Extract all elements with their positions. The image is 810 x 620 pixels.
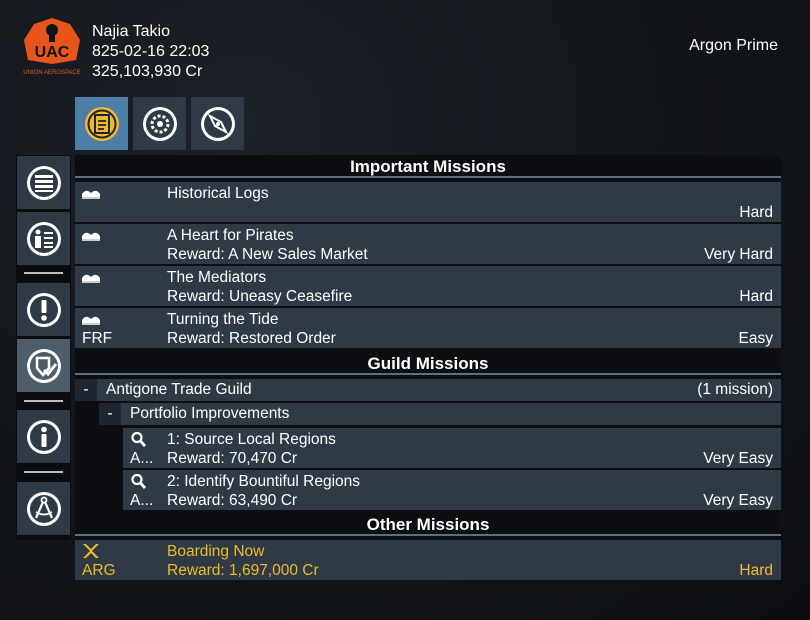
mission-title: Historical Logs: [167, 185, 269, 202]
mission-difficulty: Very Hard: [704, 246, 773, 263]
top-tab-bar: [75, 97, 244, 150]
tab-settings[interactable]: [133, 97, 186, 150]
player-info: Najia Takio 825-02-16 22:03 325,103,930 …: [92, 22, 209, 82]
game-datetime: 825-02-16 22:03: [92, 43, 210, 60]
mission-row[interactable]: A... 1: Source Local Regions Reward: 70,…: [123, 428, 781, 468]
mission-faction: FRF: [82, 330, 113, 347]
sidebar-divider: [24, 272, 63, 274]
book-icon: [82, 316, 100, 325]
section-header-other: Other Missions: [75, 513, 781, 536]
mission-reward: Reward: 1,697,000 Cr: [167, 562, 319, 579]
mission-list-panel: Important Missions Historical Logs Hard …: [75, 155, 781, 580]
mission-reward: Reward: A New Sales Market: [167, 246, 368, 263]
mission-title: 1: Source Local Regions: [167, 431, 336, 448]
list-icon: [26, 165, 61, 200]
magnifier-icon: [131, 473, 147, 489]
sidebar-item-alerts[interactable]: [17, 283, 70, 336]
compass-icon: [200, 106, 235, 141]
mission-title: The Mediators: [167, 269, 267, 286]
mission-reward: Reward: Restored Order: [167, 330, 336, 347]
sidebar-item-personnel[interactable]: [17, 212, 70, 265]
mission-faction: A...: [130, 492, 154, 509]
subgroup-name: Portfolio Improvements: [130, 405, 290, 422]
mission-difficulty: Hard: [739, 204, 773, 221]
subgroup-row[interactable]: - Portfolio Improvements: [99, 403, 781, 425]
sidebar-item-mission-manager[interactable]: [17, 339, 70, 392]
guild-mission-count: (1 mission): [697, 381, 773, 398]
book-icon: [82, 274, 100, 283]
book-icon: [82, 232, 100, 241]
mission-title: Boarding Now: [167, 543, 265, 560]
tab-missions[interactable]: [75, 97, 128, 150]
logo-subtext: UNION AEROSPACE: [23, 70, 81, 76]
section-header-important: Important Missions: [75, 155, 781, 178]
player-name: Najia Takio: [92, 23, 170, 40]
clipboard-icon: [84, 106, 119, 141]
current-location: Argon Prime: [689, 37, 778, 54]
mission-title: A Heart for Pirates: [167, 227, 294, 244]
mission-difficulty: Hard: [739, 288, 773, 305]
mission-difficulty: Hard: [739, 562, 773, 579]
boarding-icon: [83, 544, 99, 558]
gear-icon: [142, 106, 177, 141]
mission-row[interactable]: ARG Boarding Now Reward: 1,697,000 Cr Ha…: [75, 540, 781, 580]
section-header-guild: Guild Missions: [75, 352, 781, 375]
person-info-icon: [26, 221, 61, 256]
mission-reward: Reward: 63,490 Cr: [167, 492, 298, 509]
mission-title: 2: Identify Bountiful Regions: [167, 473, 361, 490]
mission-reward: Reward: Uneasy Ceasefire: [167, 288, 353, 305]
mission-faction: A...: [130, 450, 154, 467]
player-credits: 325,103,930 Cr: [92, 63, 203, 80]
collapse-toggle[interactable]: -: [75, 379, 97, 401]
collapse-toggle[interactable]: -: [99, 403, 121, 425]
mission-row[interactable]: FRF Turning the Tide Reward: Restored Or…: [75, 308, 781, 348]
mission-row[interactable]: The Mediators Reward: Uneasy Ceasefire H…: [75, 266, 781, 306]
uac-logo: UAC UNION AEROSPACE: [20, 16, 84, 80]
guild-name: Antigone Trade Guild: [106, 381, 252, 398]
mission-row[interactable]: Historical Logs Hard: [75, 182, 781, 222]
sidebar-item-all-missions[interactable]: [17, 156, 70, 209]
check-shield-icon: [26, 348, 61, 383]
mission-row[interactable]: A... 2: Identify Bountiful Regions Rewar…: [123, 470, 781, 510]
guild-row[interactable]: - Antigone Trade Guild (1 mission): [75, 379, 781, 401]
sidebar-divider: [24, 471, 63, 473]
mission-faction: ARG: [82, 562, 116, 579]
mission-difficulty: Easy: [738, 330, 773, 347]
sidebar-item-info[interactable]: [17, 410, 70, 463]
sidebar-item-plots[interactable]: [17, 482, 70, 535]
mission-difficulty: Very Easy: [703, 492, 773, 509]
drafting-compass-icon: [26, 491, 61, 526]
mission-reward: Reward: 70,470 Cr: [167, 450, 298, 467]
mission-row[interactable]: A Heart for Pirates Reward: A New Sales …: [75, 224, 781, 264]
left-sidebar: [16, 155, 71, 540]
sidebar-divider: [24, 400, 63, 402]
info-icon: [26, 419, 61, 454]
mission-title: Turning the Tide: [167, 311, 279, 328]
magnifier-icon: [131, 431, 147, 447]
exclamation-icon: [26, 292, 61, 327]
logo-text: UAC: [35, 44, 70, 61]
tab-navigation[interactable]: [191, 97, 244, 150]
mission-difficulty: Very Easy: [703, 450, 773, 467]
book-icon: [82, 190, 100, 199]
